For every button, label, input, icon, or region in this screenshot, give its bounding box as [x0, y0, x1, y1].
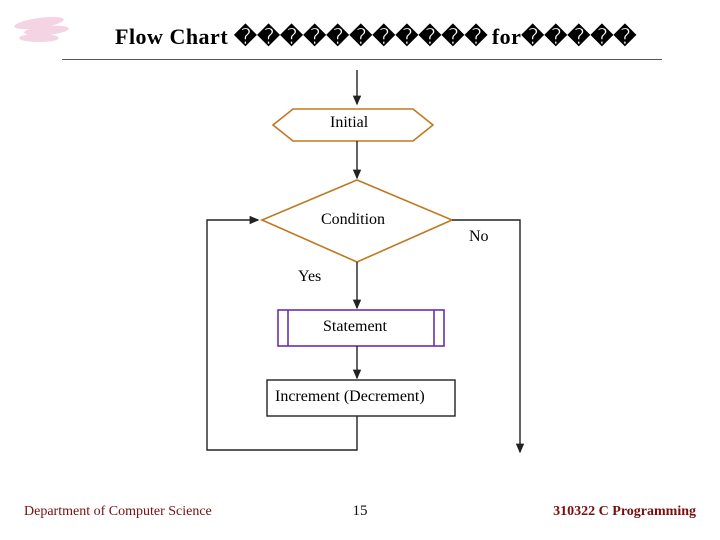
label-yes: Yes [298, 268, 321, 286]
label-condition: Condition [321, 211, 385, 229]
label-initial: Initial [330, 114, 368, 132]
title-glyphs-tail: ����� [521, 24, 636, 49]
label-no: No [469, 228, 489, 246]
slide-corner-decoration [14, 18, 74, 50]
title-prefix: Flow Chart [115, 24, 228, 49]
footer-right: 310322 C Programming [553, 504, 696, 520]
title-keyword: for [492, 24, 522, 49]
slide-title: Flow Chart �����������for����� [115, 24, 637, 50]
title-glyphs: ����������� [234, 24, 488, 49]
title-underline [62, 59, 662, 60]
label-increment: Increment (Decrement) [275, 388, 425, 406]
label-statement: Statement [323, 318, 387, 336]
flowchart: Initial Condition No Yes Statement Incre… [0, 62, 720, 492]
